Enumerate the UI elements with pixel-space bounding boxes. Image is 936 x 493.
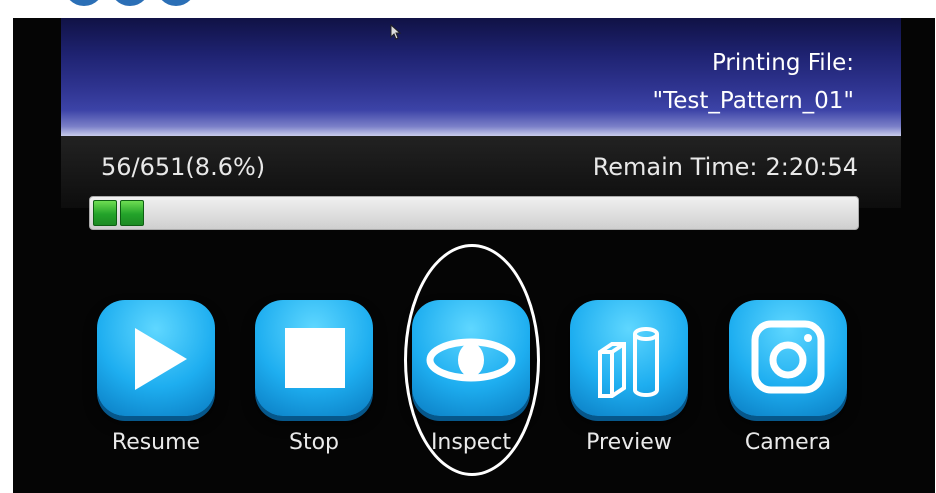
inspect-button[interactable]: Inspect xyxy=(406,300,536,455)
remain-time-value: 2:20:54 xyxy=(765,153,858,181)
resume-button[interactable]: Resume xyxy=(91,300,221,455)
logo-fragment xyxy=(64,0,214,12)
action-button-row: Resume Stop Inspect Preview Camera xyxy=(13,298,935,468)
eye-icon xyxy=(426,338,516,382)
inspect-label: Inspect xyxy=(430,430,512,455)
remain-time-label: Remain Time: xyxy=(592,153,758,181)
stop-icon xyxy=(285,328,345,388)
cursor-icon xyxy=(390,24,402,40)
printing-file-name: "Test_Pattern_01" xyxy=(652,88,854,114)
stop-label: Stop xyxy=(288,430,339,455)
shapes-icon xyxy=(598,327,659,398)
printing-file-label: Printing File: xyxy=(711,50,854,76)
preview-button[interactable]: Preview xyxy=(564,300,694,455)
camera-button[interactable]: Camera xyxy=(723,300,853,455)
inspect-tile[interactable] xyxy=(412,300,530,416)
progress-bar xyxy=(89,196,859,230)
progress-segment xyxy=(93,200,117,226)
progress-fill xyxy=(93,200,147,226)
stop-tile[interactable] xyxy=(255,300,373,416)
header-bar: Printing File: "Test_Pattern_01" xyxy=(61,18,901,136)
preview-tile[interactable] xyxy=(570,300,688,416)
printer-screen: Printing File: "Test_Pattern_01" 56/651(… xyxy=(13,18,935,493)
progress-count: 56/651(8.6%) xyxy=(101,153,266,181)
remain-time: Remain Time: 2:20:54 xyxy=(593,153,858,181)
progress-segment xyxy=(120,200,144,226)
preview-label: Preview xyxy=(586,430,672,455)
camera-tile[interactable] xyxy=(729,300,847,416)
camera-label: Camera xyxy=(744,430,832,455)
stop-button[interactable]: Stop xyxy=(249,300,379,455)
resume-label: Resume xyxy=(111,430,201,455)
camera-icon xyxy=(751,320,825,394)
resume-tile[interactable] xyxy=(97,300,215,416)
printing-file-info: Printing File: "Test_Pattern_01" xyxy=(653,44,854,120)
play-icon xyxy=(135,328,187,390)
